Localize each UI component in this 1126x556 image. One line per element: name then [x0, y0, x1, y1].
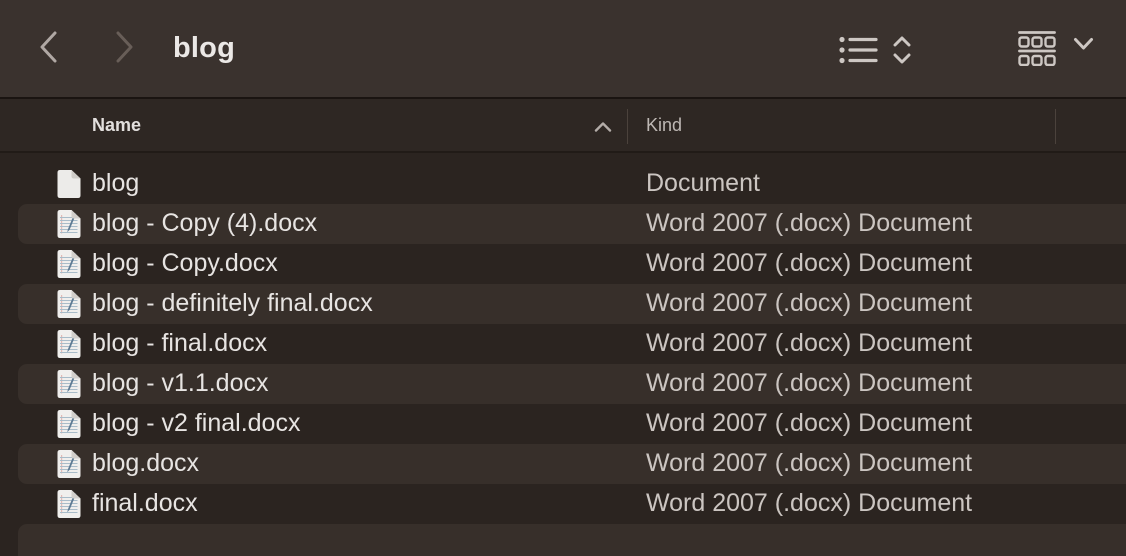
file-name: blog - Copy.docx — [92, 249, 278, 278]
file-row[interactable]: final.docx Word 2007 (.docx) Document — [0, 484, 1126, 524]
file-name: blog - Copy (4).docx — [92, 209, 317, 238]
file-name: blog - v1.1.docx — [92, 369, 269, 398]
file-kind: Word 2007 (.docx) Document — [646, 249, 972, 278]
file-name: blog - definitely final.docx — [92, 289, 373, 318]
docx-document-icon — [57, 450, 81, 479]
group-by-button[interactable] — [1010, 24, 1102, 72]
forward-button[interactable] — [109, 27, 139, 69]
sort-ascending-icon — [594, 121, 612, 133]
docx-document-icon — [57, 370, 81, 399]
file-name: blog - final.docx — [92, 329, 267, 358]
docx-document-icon — [57, 490, 81, 519]
file-kind: Document — [646, 169, 760, 198]
file-kind: Word 2007 (.docx) Document — [646, 329, 972, 358]
docx-document-icon — [57, 210, 81, 239]
name-column-label: Name — [92, 115, 141, 136]
file-name: blog — [92, 169, 139, 198]
file-name: final.docx — [92, 489, 198, 518]
file-name: blog.docx — [92, 449, 199, 478]
plain-document-icon — [57, 170, 81, 199]
empty-row-stripe — [0, 524, 1126, 556]
up-down-chevron-icon — [892, 36, 912, 64]
column-resize-handle[interactable] — [1055, 109, 1056, 144]
group-grid-icon — [1018, 31, 1056, 66]
file-kind: Word 2007 (.docx) Document — [646, 449, 972, 478]
docx-document-icon — [57, 410, 81, 439]
kind-column-label: Kind — [646, 115, 682, 136]
docx-document-icon — [57, 330, 81, 359]
file-row[interactable]: blog Document — [0, 164, 1126, 204]
window-title: blog — [173, 31, 235, 64]
file-row[interactable]: blog - v1.1.docx Word 2007 (.docx) Docum… — [0, 364, 1126, 404]
chevron-left-icon — [38, 30, 60, 64]
chevron-down-icon — [1073, 37, 1094, 51]
view-mode-button[interactable] — [832, 30, 918, 70]
file-kind: Word 2007 (.docx) Document — [646, 409, 972, 438]
chevron-right-icon — [113, 30, 135, 64]
file-kind: Word 2007 (.docx) Document — [646, 489, 972, 518]
file-kind: Word 2007 (.docx) Document — [646, 209, 972, 238]
file-kind: Word 2007 (.docx) Document — [646, 369, 972, 398]
file-row[interactable]: blog.docx Word 2007 (.docx) Document — [0, 444, 1126, 484]
file-row[interactable]: blog - Copy (4).docx Word 2007 (.docx) D… — [0, 204, 1126, 244]
list-header: Name Kind — [0, 99, 1126, 153]
file-row[interactable]: blog - Copy.docx Word 2007 (.docx) Docum… — [0, 244, 1126, 284]
column-header-name[interactable]: Name — [92, 99, 141, 151]
column-header-kind[interactable]: Kind — [646, 99, 682, 151]
column-resize-handle[interactable] — [627, 109, 628, 144]
file-name: blog - v2 final.docx — [92, 409, 300, 438]
back-button[interactable] — [34, 27, 64, 69]
file-row[interactable]: blog - v2 final.docx Word 2007 (.docx) D… — [0, 404, 1126, 444]
file-kind: Word 2007 (.docx) Document — [646, 289, 972, 318]
docx-document-icon — [57, 290, 81, 319]
toolbar: blog — [0, 0, 1126, 99]
docx-document-icon — [57, 250, 81, 279]
file-list: blog Document blog - Copy (4).docx Word … — [0, 153, 1126, 556]
list-view-icon — [839, 36, 879, 64]
finder-window: blog — [0, 0, 1126, 556]
file-row[interactable]: blog - final.docx Word 2007 (.docx) Docu… — [0, 324, 1126, 364]
file-row[interactable]: blog - definitely final.docx Word 2007 (… — [0, 284, 1126, 324]
